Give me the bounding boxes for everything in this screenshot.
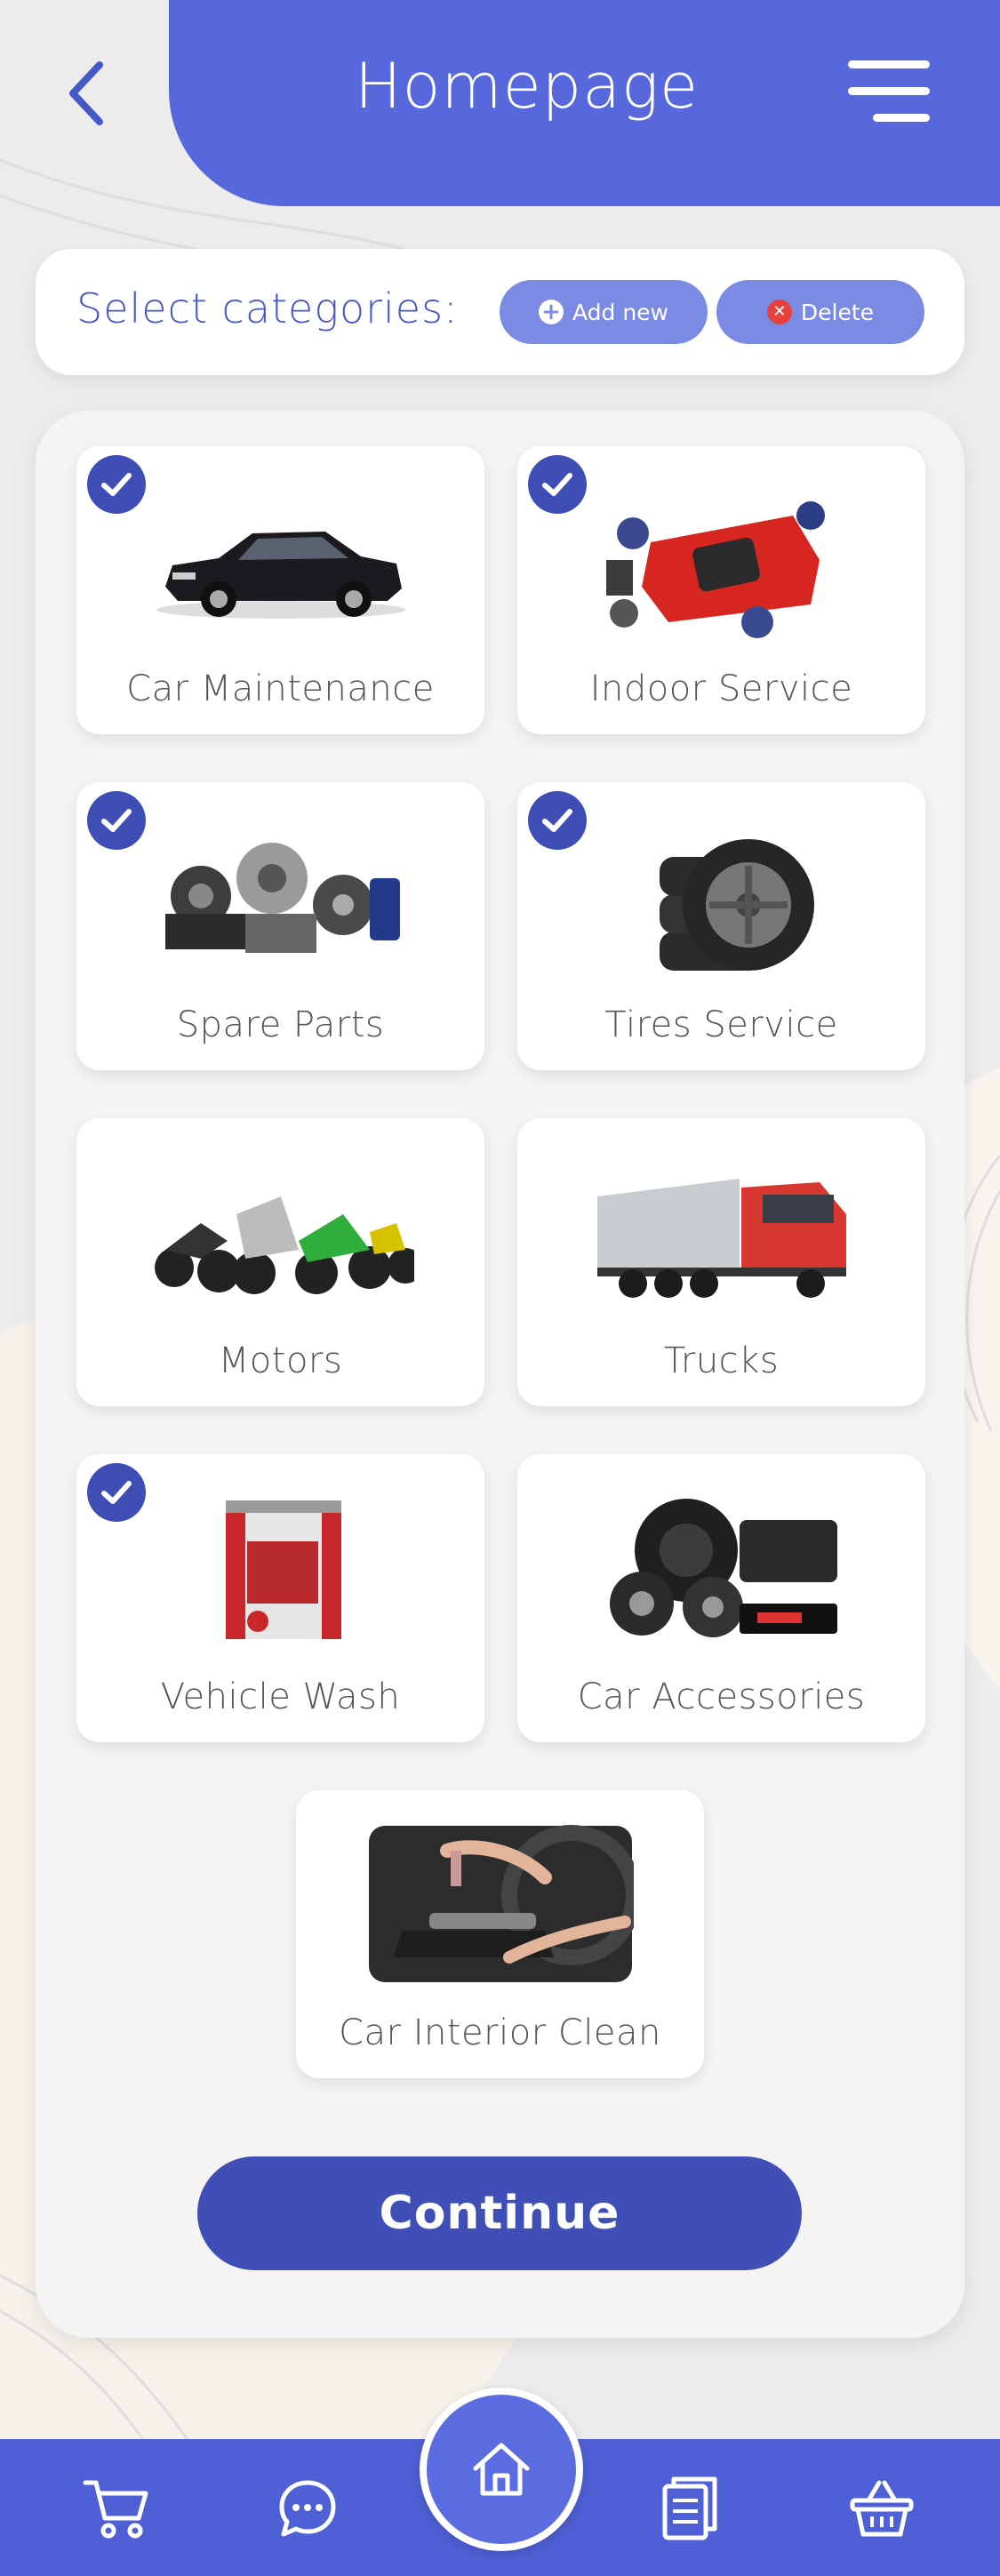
add-new-button[interactable]: + Add new xyxy=(500,280,708,344)
category-label: Indoor Service xyxy=(589,668,853,709)
top-bar: Homepage xyxy=(0,0,1000,206)
cart-icon xyxy=(83,2480,148,2539)
continue-button[interactable]: Continue xyxy=(197,2156,802,2270)
category-label: Car Maintenance xyxy=(126,668,435,709)
page-title: Homepage xyxy=(354,50,700,123)
category-label: Car Accessories xyxy=(577,1676,866,1717)
check-icon xyxy=(87,455,146,514)
car-audio-speakers-image xyxy=(609,1499,837,1637)
motorcycles-image xyxy=(154,1196,414,1294)
delete-label: Delete xyxy=(800,299,875,325)
categories-panel: Car Maintenance Indoor Service Spare Par… xyxy=(36,411,964,2338)
nav-cart[interactable] xyxy=(71,2464,160,2553)
category-tile-trucks[interactable]: Trucks xyxy=(517,1118,925,1406)
menu-button[interactable] xyxy=(846,57,932,128)
close-circle-icon: ✕ xyxy=(766,300,792,324)
select-categories-label: Select categories: xyxy=(76,284,459,332)
category-label: Trucks xyxy=(663,1340,780,1381)
category-tile-tires-service[interactable]: Tires Service xyxy=(517,782,925,1070)
nav-chat[interactable] xyxy=(263,2464,352,2553)
check-icon xyxy=(87,1463,146,1522)
truck-image xyxy=(596,1179,846,1298)
car-wash-machine-image xyxy=(225,1500,341,1639)
category-tile-spare-parts[interactable]: Spare Parts xyxy=(76,782,484,1070)
category-label: Car Interior Clean xyxy=(339,2012,661,2053)
basket-icon xyxy=(850,2480,914,2537)
category-tile-motors[interactable]: Motors xyxy=(76,1118,484,1406)
tires-stack-image xyxy=(659,839,814,971)
category-label: Vehicle Wash xyxy=(160,1676,401,1717)
delete-button[interactable]: ✕ Delete xyxy=(716,280,924,344)
category-label: Tires Service xyxy=(604,1004,838,1045)
home-icon xyxy=(473,2443,530,2496)
plus-circle-icon: + xyxy=(538,300,564,324)
back-button[interactable] xyxy=(59,55,112,132)
nav-documents[interactable] xyxy=(645,2464,734,2553)
check-icon xyxy=(87,791,146,850)
select-categories-bar: Select categories: + Add new ✕ Delete xyxy=(36,249,964,375)
spare-parts-image xyxy=(164,843,400,953)
chevron-left-icon xyxy=(69,61,103,125)
chat-icon xyxy=(279,2480,336,2537)
hamburger-menu-icon xyxy=(848,60,930,122)
documents-icon xyxy=(662,2476,717,2540)
sedan-car-image xyxy=(156,532,405,619)
mechanics-red-car-image xyxy=(605,501,825,638)
category-tile-vehicle-wash[interactable]: Vehicle Wash xyxy=(76,1454,484,1742)
category-tile-car-maintenance[interactable]: Car Maintenance xyxy=(76,446,484,734)
check-icon xyxy=(528,455,587,514)
nav-basket[interactable] xyxy=(837,2464,926,2553)
interior-cleaning-image xyxy=(368,1825,634,1982)
category-tile-car-accessories[interactable]: Car Accessories xyxy=(517,1454,925,1742)
category-label: Spare Parts xyxy=(176,1004,385,1045)
home-button[interactable] xyxy=(420,2388,583,2551)
category-tile-indoor-service[interactable]: Indoor Service xyxy=(517,446,925,734)
add-new-label: Add new xyxy=(572,299,669,325)
check-icon xyxy=(528,791,587,850)
category-label: Motors xyxy=(218,1340,343,1381)
category-tile-car-interior-clean[interactable]: Car Interior Clean xyxy=(296,1790,704,2078)
